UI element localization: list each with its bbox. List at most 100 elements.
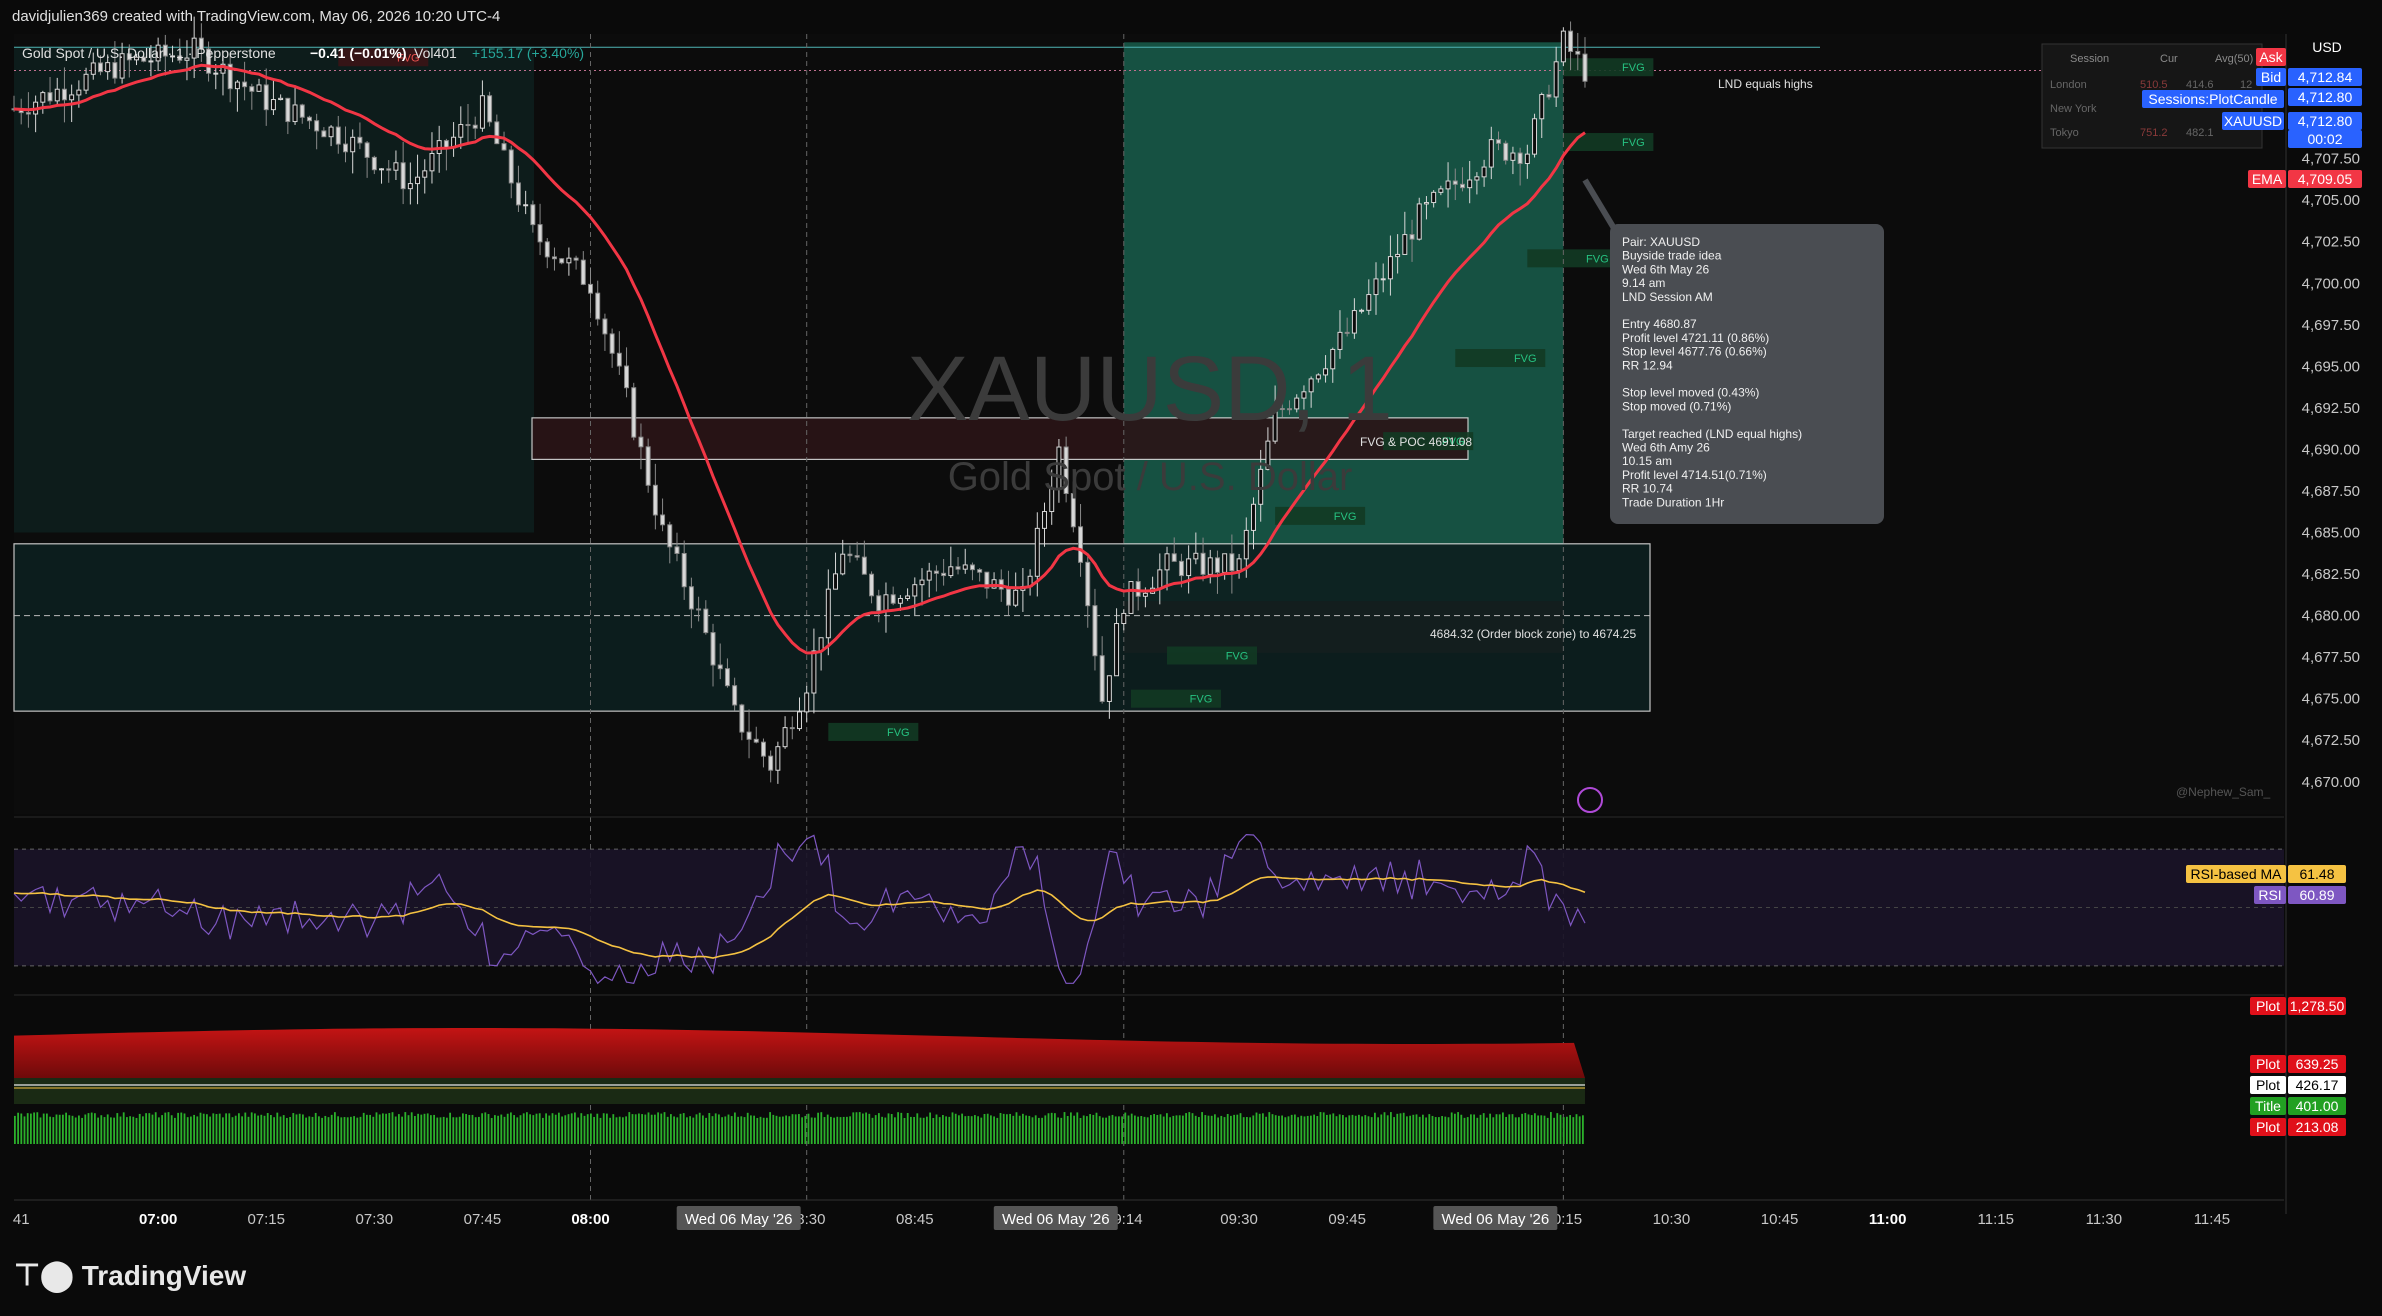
plot-volume-bar [1258, 1113, 1261, 1144]
plot-volume-bar [337, 1116, 339, 1144]
plot-volume-bar [750, 1115, 752, 1144]
time-tick: 07:15 [247, 1211, 285, 1228]
plot-volume-bar [1089, 1114, 1091, 1144]
plot-volume-bar [135, 1117, 138, 1144]
candle-body [299, 104, 305, 118]
candle-body [688, 586, 694, 610]
plot-volume-bar [263, 1115, 266, 1144]
plot-volume-bar [1310, 1115, 1312, 1144]
plot-volume-bar [964, 1116, 967, 1144]
plot-volume-bar [535, 1113, 538, 1144]
candle-body [335, 126, 341, 145]
plot-volume-bar [1092, 1114, 1095, 1144]
plot-volume-bar [836, 1116, 839, 1144]
plot-volume-bar [1492, 1117, 1495, 1144]
candle-body [631, 387, 637, 438]
plot-volume-bar [820, 1112, 823, 1144]
candle-body [69, 94, 75, 101]
plot-volume-bar [257, 1115, 259, 1144]
plot-volume-bar [74, 1117, 77, 1144]
price-chart[interactable]: FVGFVGFVGFVGFVGFVGFVGFVGFVGFVGXAUUSD, 1G… [0, 0, 2382, 1311]
candle-body [76, 89, 82, 96]
candle-body [825, 588, 831, 639]
plot-volume-bar [84, 1114, 87, 1144]
plot-volume-bar [794, 1114, 797, 1144]
plot-tag-label: Plot [2256, 998, 2280, 1014]
plot-volume-bar [705, 1117, 707, 1144]
plot-volume-bar [740, 1116, 743, 1144]
plot-volume-bar [225, 1113, 227, 1144]
candle-body [890, 594, 896, 604]
plot-volume-bar [1569, 1115, 1571, 1144]
plot-volume-bar [602, 1113, 605, 1144]
plot-volume-bar [516, 1117, 519, 1144]
plot-volume-bar [548, 1115, 551, 1144]
plot-volume-bar [1121, 1116, 1123, 1144]
plot-volume-bar [58, 1114, 61, 1144]
plot-volume-bar [23, 1116, 26, 1144]
candle-body [789, 727, 795, 730]
plot-volume-bar [519, 1115, 522, 1144]
tradingview-logo[interactable]: ⊤⬤ TradingView [14, 1258, 246, 1293]
plot-volume-bar [1108, 1115, 1111, 1144]
plot-volume-bar [1374, 1112, 1376, 1144]
plot-volume-bar [926, 1116, 928, 1144]
plot-volume-bar [1345, 1117, 1347, 1144]
plot-volume-bar [1556, 1113, 1559, 1144]
plot-volume-bar [647, 1112, 650, 1144]
plot-volume-bar [1182, 1115, 1184, 1144]
plot-volume-bar [945, 1116, 947, 1144]
rsi-value: 60.89 [2299, 887, 2334, 903]
candle-body [544, 241, 550, 258]
plot-volume-bar [1406, 1116, 1408, 1144]
plot-volume-bar [830, 1116, 832, 1144]
session-cur: 751.2 [2140, 127, 2168, 139]
plot-tag-label: Title [2255, 1098, 2281, 1114]
trade-note-line: Target reached (LND equal highs) [1622, 427, 1802, 441]
candle-body [876, 595, 882, 612]
candle-body [1546, 94, 1552, 98]
plot-volume-bar [974, 1115, 976, 1144]
plot-volume-bar [542, 1117, 544, 1144]
plot-volume-bar [250, 1112, 253, 1144]
plot-volume-bar [628, 1112, 631, 1144]
candle-body [1539, 94, 1545, 120]
candle-body [588, 283, 593, 294]
plot-volume-bar [660, 1113, 663, 1144]
plot-volume-bar [436, 1117, 439, 1144]
candle-body [1452, 180, 1458, 185]
plot-volume-bar [654, 1114, 656, 1144]
plot-volume-bar [970, 1116, 973, 1144]
plot-volume-bar [1159, 1114, 1162, 1144]
watermark-symbol: XAUUSD, 1 [907, 338, 1393, 440]
candle-body [1510, 152, 1516, 161]
plot-volume-bar [1354, 1115, 1357, 1144]
plot-volume-bar [298, 1113, 301, 1144]
plot-volume-bar [721, 1117, 723, 1144]
plot-volume-bar [161, 1115, 163, 1144]
candle-body [1416, 203, 1422, 240]
trade-note-line: Wed 6th May 26 [1622, 262, 1709, 276]
plot-volume-bar [897, 1112, 899, 1144]
plot-volume-bar [1412, 1114, 1415, 1144]
plot-volume-bar [1028, 1115, 1031, 1144]
plot-volume-bar [484, 1112, 487, 1144]
plot-volume-bar [938, 1117, 941, 1144]
time-tick: 11:30 [2086, 1211, 2122, 1228]
plot-volume-bar [753, 1115, 755, 1144]
plot-volume-bar [206, 1114, 208, 1144]
plot-volume-bar [26, 1113, 29, 1144]
chart-stage[interactable]: FVG FVG FVG FVG FVG FVG FVG FVG FVG FVG XAUUSD, 1G… [0, 0, 2382, 1311]
plot-volume-bar [810, 1117, 813, 1144]
plot-volume-bar [644, 1114, 647, 1144]
plot-volume-bar [1326, 1114, 1328, 1144]
trade-note-line: Stop level moved (0.43%) [1622, 386, 1759, 400]
watermark-name: Gold Spot / U.S. Dollar [948, 455, 1353, 499]
plot-volume-bar [359, 1116, 362, 1144]
candle-body [249, 86, 255, 92]
trade-note-line: Wed 6th Amy 26 [1622, 441, 1710, 455]
plot-volume-bar [193, 1114, 195, 1144]
candle-body [429, 152, 435, 172]
plot-volume-bar [1540, 1115, 1543, 1144]
plot-volume-bar [362, 1112, 365, 1144]
